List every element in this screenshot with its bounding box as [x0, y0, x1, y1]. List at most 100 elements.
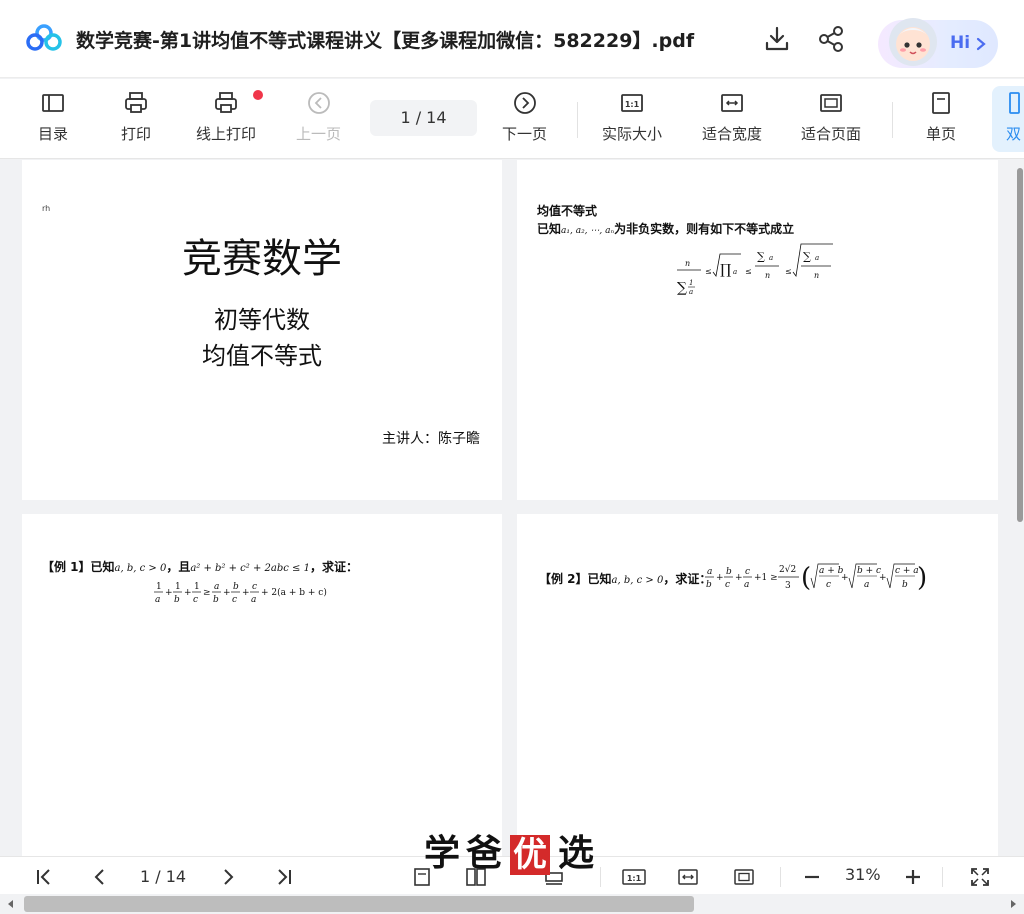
- svg-text:a: a: [733, 268, 737, 276]
- slide-subtitle: 均值不等式: [202, 342, 322, 370]
- document-viewer[interactable]: rh 竞赛数学 初等代数 均值不等式 主讲人：陈子瞻 均值不等式 已知a₁, a…: [0, 160, 1016, 856]
- svg-text:1: 1: [175, 582, 181, 592]
- svg-text:a: a: [815, 254, 819, 262]
- single-page-button[interactable]: 单页: [926, 91, 956, 151]
- fit-width-icon[interactable]: [678, 867, 698, 887]
- bottom-divider: [942, 867, 943, 887]
- svg-text:+: +: [165, 588, 173, 598]
- svg-text:≤: ≤: [745, 267, 752, 276]
- svg-text:2√2: 2√2: [779, 564, 796, 575]
- next-page-icon: [513, 92, 536, 114]
- svg-text:+: +: [716, 573, 724, 583]
- assistant-label: Hi: [950, 33, 971, 53]
- svg-text:): ): [917, 563, 927, 593]
- toolbar-divider: [892, 102, 893, 138]
- mean-inequality-formula: n ∑ 1 a ≤ ∏ a ≤ ∑ a n ≤ ∑ a n: [677, 243, 833, 296]
- scroll-right-arrow-icon[interactable]: [1008, 899, 1018, 909]
- svg-text:c: c: [232, 595, 237, 605]
- slide-title: 竞赛数学: [182, 236, 342, 282]
- vertical-scrollbar[interactable]: [1016, 160, 1024, 856]
- last-page-icon[interactable]: [274, 867, 294, 887]
- svg-text:1: 1: [689, 279, 693, 287]
- svg-text:≤: ≤: [705, 267, 712, 276]
- bottom-page-indicator[interactable]: 1 / 14: [140, 867, 186, 886]
- svg-text:b: b: [233, 582, 239, 592]
- zoom-out-icon[interactable]: [802, 867, 822, 887]
- download-icon[interactable]: [762, 24, 792, 54]
- single-page-label: 单页: [926, 125, 957, 143]
- svg-text:a + b: a + b: [819, 566, 844, 576]
- speaker-name: 主讲人：陈子瞻: [382, 431, 480, 447]
- svg-text:(: (: [801, 563, 811, 593]
- svg-text:a: a: [251, 595, 256, 605]
- fit-width-button[interactable]: 适合宽度: [702, 91, 762, 151]
- svg-text:+: +: [735, 573, 743, 583]
- svg-text:b + c: b + c: [857, 566, 881, 576]
- zoom-in-icon[interactable]: [903, 867, 923, 887]
- svg-text:c: c: [745, 567, 750, 577]
- svg-text:∑: ∑: [803, 250, 811, 263]
- document-title: 数学竞赛-第1讲均值不等式课程讲义【更多课程加微信：582229】.pdf: [76, 30, 695, 52]
- svg-text:a: a: [744, 580, 749, 590]
- next-page-label: 下一页: [502, 125, 548, 143]
- vertical-scroll-thumb[interactable]: [1017, 168, 1023, 522]
- online-print-icon: [215, 92, 237, 113]
- svg-text:c: c: [826, 580, 831, 590]
- actual-size-icon: 1:1: [621, 94, 643, 112]
- example-2-statement: 【例 2】已知a, b, c > 0，求证：: [539, 572, 712, 586]
- fit-page-button[interactable]: 适合页面: [801, 91, 861, 151]
- print-button[interactable]: 打印: [121, 91, 151, 151]
- svg-text:+1 ≥: +1 ≥: [754, 573, 778, 583]
- printer-icon: [125, 92, 147, 113]
- zoom-level[interactable]: 31%: [845, 865, 881, 884]
- double-page-button[interactable]: 双: [1006, 91, 1024, 151]
- svg-text:b: b: [174, 595, 180, 605]
- pdf-page-2: 均值不等式 已知a₁, a₂, ⋯, aₙ为非负实数，则有如下不等式成立 n ∑…: [517, 160, 998, 500]
- bottom-divider: [780, 867, 781, 887]
- actual-size-icon[interactable]: 1:1: [622, 867, 646, 887]
- section-heading: 均值不等式: [537, 204, 598, 218]
- svg-text:a: a: [769, 254, 773, 262]
- horizontal-scrollbar[interactable]: [0, 894, 1024, 914]
- slide-subtitle: 初等代数: [214, 306, 310, 334]
- prev-page-button[interactable]: 上一页: [296, 91, 341, 151]
- online-print-button[interactable]: 线上打印: [196, 91, 256, 151]
- actual-size-label: 实际大小: [602, 125, 663, 143]
- horizontal-scroll-thumb[interactable]: [24, 896, 694, 912]
- fit-width-label: 适合宽度: [702, 125, 763, 143]
- svg-text:b: b: [706, 580, 712, 590]
- assistant-button[interactable]: Hi: [878, 18, 998, 68]
- single-page-icon: [932, 92, 950, 114]
- share-icon[interactable]: [816, 24, 846, 54]
- first-page-icon[interactable]: [34, 867, 54, 887]
- actual-size-button[interactable]: 1:1 实际大小: [602, 91, 662, 151]
- pdf-page-3: 【例 1】已知a, b, c > 0，且a² + b² + c² + 2abc …: [22, 514, 502, 856]
- toolbar-divider: [577, 102, 578, 138]
- svg-text:+ 2(a + b + c): + 2(a + b + c): [261, 587, 327, 598]
- svg-text:n: n: [765, 271, 770, 280]
- theorem-statement: 已知a₁, a₂, ⋯, aₙ为非负实数，则有如下不等式成立: [537, 222, 795, 236]
- next-page-button[interactable]: 下一页: [502, 91, 547, 151]
- fit-page-icon[interactable]: [734, 867, 754, 887]
- svg-text:b: b: [213, 595, 219, 605]
- svg-text:b: b: [902, 580, 908, 590]
- svg-text:∑: ∑: [677, 280, 687, 296]
- fullscreen-icon[interactable]: [970, 867, 990, 887]
- svg-text:3: 3: [785, 581, 791, 591]
- toc-button[interactable]: 目录: [38, 91, 68, 151]
- svg-text:1:1: 1:1: [627, 874, 642, 883]
- svg-text:a: a: [155, 595, 160, 605]
- online-print-label: 线上打印: [196, 125, 257, 143]
- page-number-input[interactable]: 1 / 14: [370, 100, 477, 136]
- pdf-page-1: rh 竞赛数学 初等代数 均值不等式 主讲人：陈子瞻: [22, 160, 502, 500]
- svg-text:c + a: c + a: [895, 566, 919, 576]
- double-page-icon: [1009, 92, 1020, 114]
- svg-text:b: b: [726, 567, 732, 577]
- notification-dot: [253, 90, 263, 100]
- next-icon[interactable]: [218, 867, 238, 887]
- pdf-page-4: 【例 2】已知a, b, c > 0，求证： ab + bc + ca +1 ≥…: [517, 514, 998, 856]
- scroll-left-arrow-icon[interactable]: [6, 899, 16, 909]
- svg-text:1: 1: [194, 582, 200, 592]
- svg-text:c: c: [252, 582, 257, 592]
- prev-icon[interactable]: [90, 867, 110, 887]
